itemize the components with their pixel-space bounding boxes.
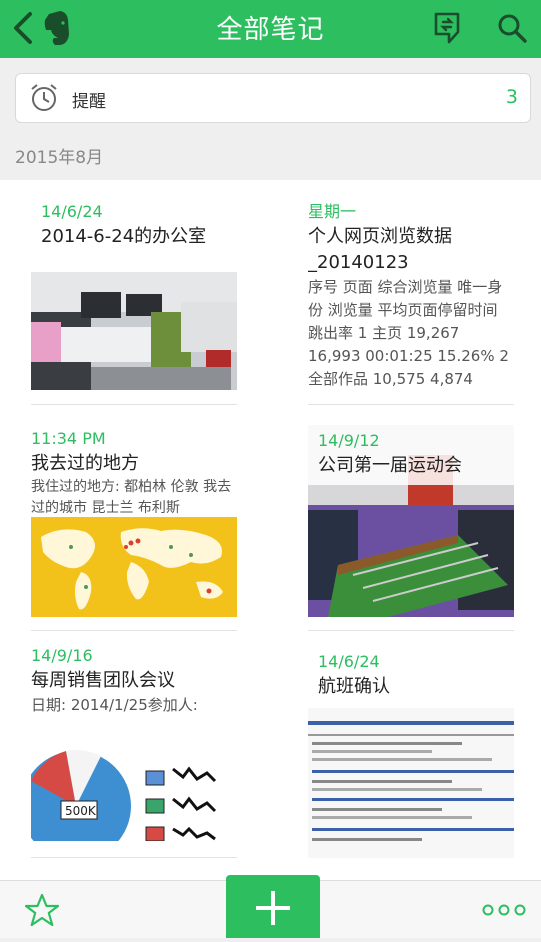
reminders-count: 3 [505,86,518,108]
alarm-clock-icon [31,84,57,111]
notes-grid: 14/6/24 2014-6-24的办公室 星期一 个人网页浏览数据_20140… [0,180,541,880]
star-icon[interactable] [24,893,60,927]
note-title: 每周销售团队会议 [31,670,175,691]
note-card[interactable]: 11:34 PM 我去过的地方 我住过的地方: 都柏林 伦敦 我去过的城市 昆士… [31,425,237,631]
note-date: 14/6/24 [41,202,103,221]
note-date: 14/9/12 [318,431,380,450]
add-note-button[interactable] [226,875,320,938]
note-date: 14/6/24 [318,652,380,671]
reminders-label: 提醒 [72,92,106,112]
office-photo [31,272,237,390]
note-card[interactable]: 14/6/24 航班确认 [308,646,514,858]
sync-icon[interactable] [432,10,464,46]
note-title: 个人网页浏览数据_20140123 [308,226,452,273]
plus-icon [256,891,290,925]
note-date: 14/9/16 [31,646,93,665]
note-snippet: 日期: 2014/1/25参加人: [31,696,198,714]
note-snippet: 我住过的地方: 都柏林 伦敦 我去过的城市 昆士兰 布利斯 [31,479,232,516]
bottom-toolbar [0,875,541,938]
svg-text:500K: 500K [65,804,97,818]
search-icon[interactable] [496,12,528,44]
note-title: 公司第一届运动会 [318,455,462,476]
sales-chart-sketch: 500K [31,741,237,841]
note-title: 2014-6-24的办公室 [41,226,207,247]
top-bar: 全部笔记 [0,0,541,58]
more-dots-icon[interactable] [482,903,526,917]
note-card[interactable]: 星期一 个人网页浏览数据_20140123 序号 页面 综合浏览量 唯一身份 浏… [308,192,514,405]
note-date: 星期一 [308,202,357,221]
note-card[interactable]: 14/6/24 2014-6-24的办公室 [31,192,237,405]
note-title: 航班确认 [318,676,390,697]
month-header: 2015年8月 [15,148,104,168]
note-card[interactable]: 14/9/12 公司第一届运动会 [308,425,514,631]
reminders-bar[interactable]: 提醒 3 [15,73,531,123]
note-snippet: 序号 页面 综合浏览量 唯一身份 浏览量 平均页面停留时间 跳出率 1 主页 1… [308,278,509,388]
world-map [31,517,237,617]
note-card[interactable]: 14/9/16 每周销售团队会议 日期: 2014/1/25参加人: 500K [31,646,237,858]
note-title: 我去过的地方 [31,453,139,474]
note-date: 11:34 PM [31,429,106,448]
